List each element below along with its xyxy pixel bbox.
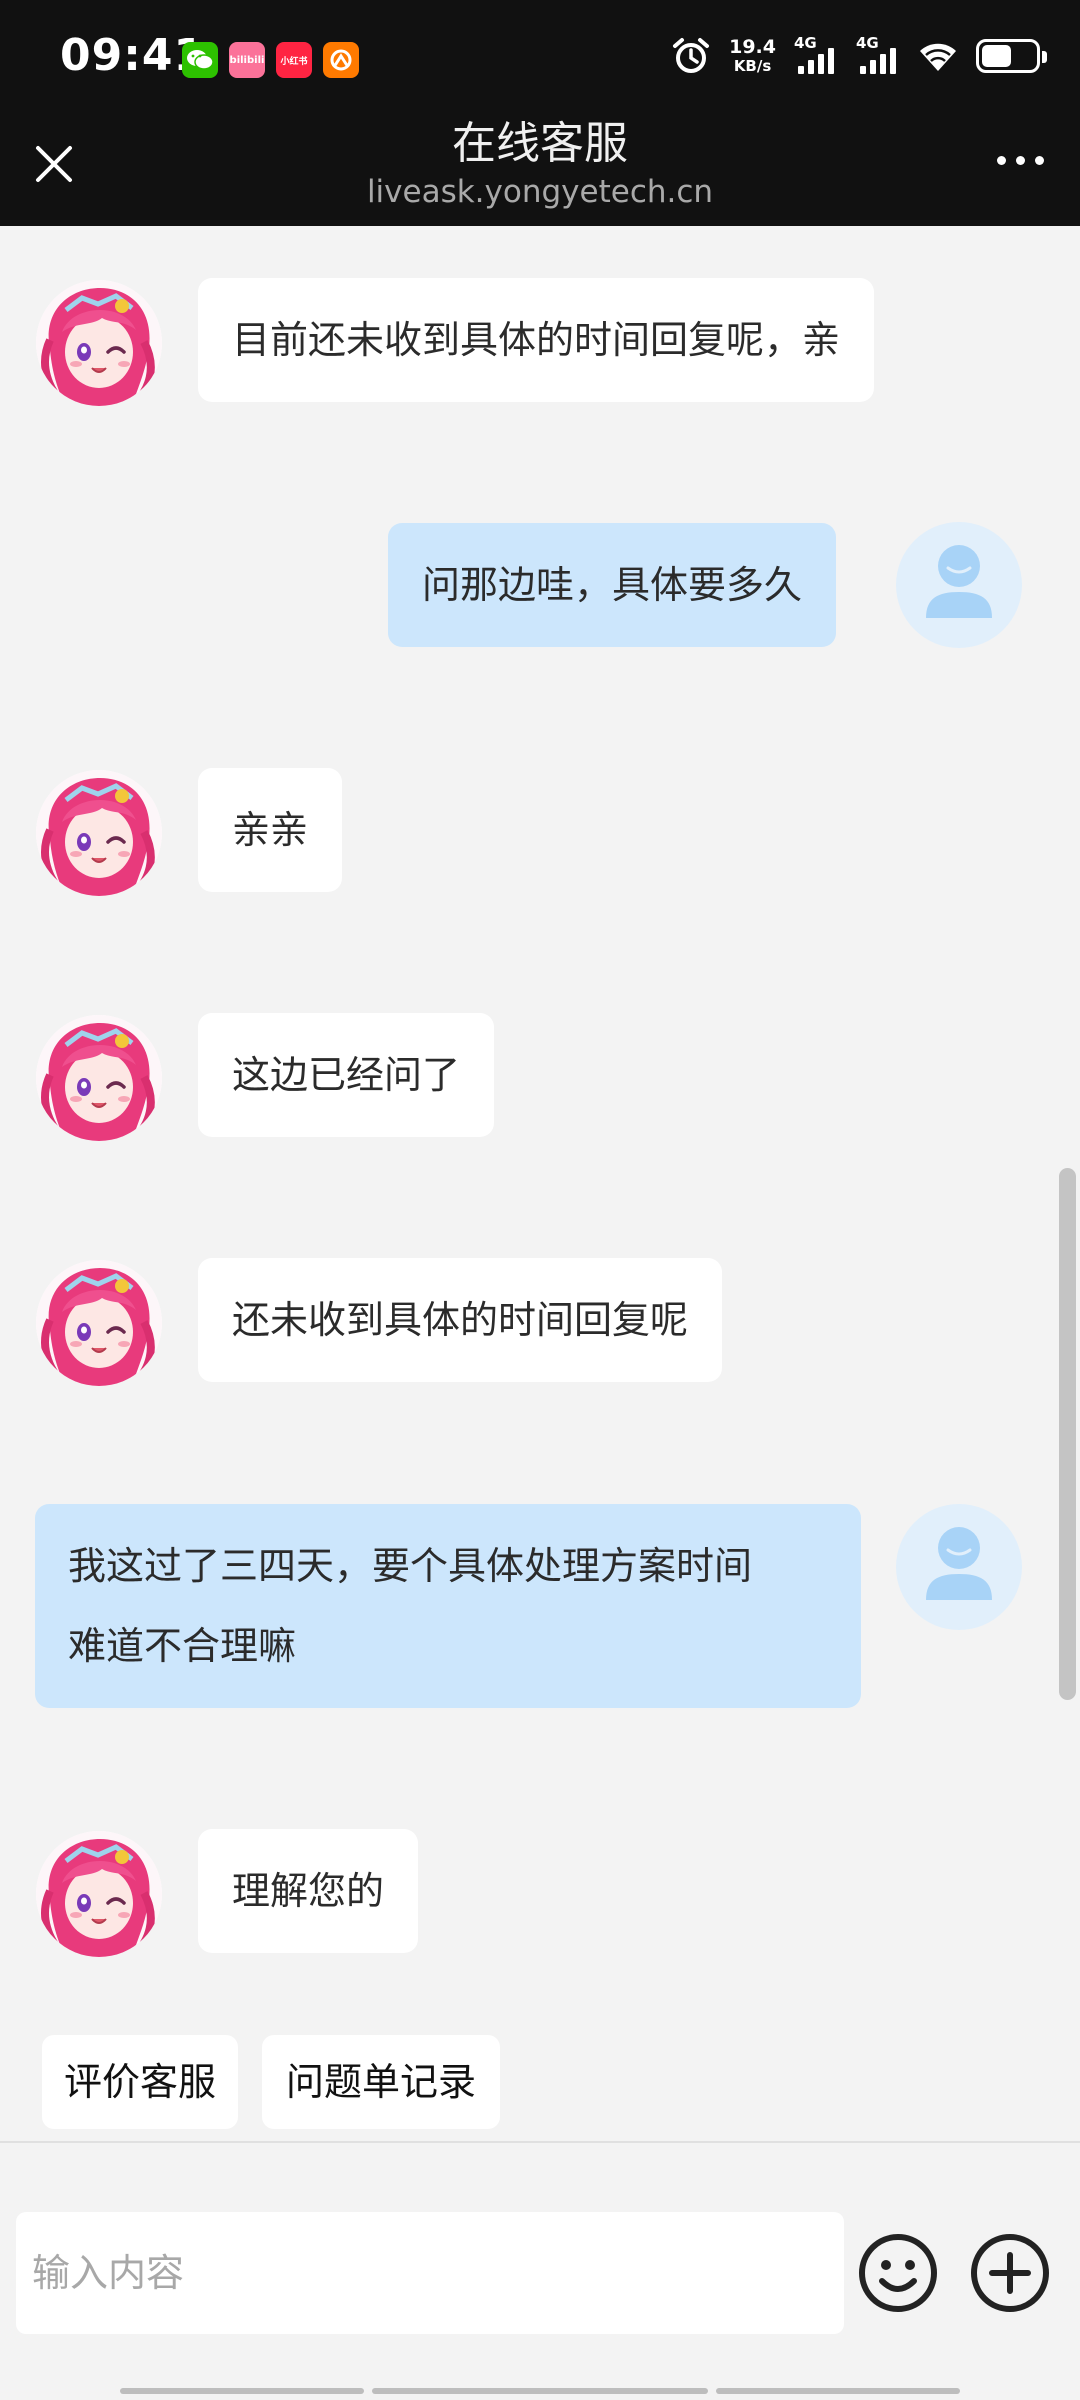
message-bubble: 目前还未收到具体的时间回复呢，亲 [198,278,875,402]
message-bubble: 亲亲 [198,768,343,892]
page-url: liveask.yongyetech.cn [366,174,714,210]
nav-bar-segment [120,2388,364,2394]
nav-bar-segment [716,2388,960,2394]
status-indicators: 19.4 KB/s 4G 4G [671,34,1047,78]
input-bar [0,2141,1080,2400]
agent-avatar[interactable] [36,280,162,406]
quick-actions: 评价客服 问题单记录 [0,2035,1080,2135]
chat-scrollbar[interactable] [1059,1168,1076,1700]
message-bubble: 这边已经问了 [198,1013,495,1137]
more-dot [997,156,1006,165]
user-avatar[interactable] [896,522,1022,648]
message-bubble: 问那边哇，具体要多久 [388,523,837,647]
message-text: 目前还未收到具体的时间回复呢，亲 [232,318,841,362]
agent-avatar[interactable] [36,1015,162,1141]
page-title: 在线客服 [452,118,628,169]
message-text: 亲亲 [232,808,309,852]
xiaohongshu-icon: 小红书 [276,42,312,78]
home-indicator[interactable] [372,2388,708,2394]
agent-avatar[interactable] [36,770,162,896]
emoji-button[interactable] [856,2231,940,2315]
user-avatar[interactable] [896,1504,1022,1630]
message-text: 这边已经问了 [232,1053,461,1097]
notification-icons: bilibili 小红书 [182,42,359,78]
message-bubble: 我这过了三四天，要个具体处理方案时间 难道不合理嘛 [35,1504,861,1708]
message-text: 难道不合理嘛 [68,1624,297,1668]
message-text: 我这过了三四天，要个具体处理方案时间 [68,1544,753,1588]
emoji-icon [859,2234,937,2312]
signal-sim2-icon: 4G [856,34,900,78]
message-bubble: 还未收到具体的时间回复呢 [198,1258,723,1382]
status-bar: 09:41 bilibili 小红书 19.4 KB/s 4G 4G [0,0,1080,118]
chat-area[interactable]: 目前还未收到具体的时间回复呢，亲 问那边哇，具体要多久 亲亲 这边已经问了 还未… [0,226,1080,2141]
app-icon [323,42,359,78]
ticket-history-button[interactable]: 问题单记录 [262,2035,500,2129]
bilibili-icon: bilibili [229,42,265,78]
more-dot [1035,156,1044,165]
agent-avatar[interactable] [36,1831,162,1957]
message-input[interactable] [16,2212,844,2334]
agent-avatar[interactable] [36,1260,162,1386]
more-button[interactable] [997,156,1044,165]
alarm-icon [673,38,710,73]
header: 在线客服 liveask.yongyetech.cn [0,118,1080,226]
wifi-icon [920,43,956,71]
message-text: 还未收到具体的时间回复呢 [232,1298,689,1342]
more-options-button[interactable] [968,2231,1052,2315]
more-dot [1016,156,1025,165]
rate-agent-button[interactable]: 评价客服 [42,2035,238,2129]
network-speed-value: 19.4 [729,36,776,58]
message-bubble: 理解您的 [198,1829,419,1953]
battery-icon [976,39,1047,73]
message-text: 问那边哇，具体要多久 [422,563,803,607]
wechat-icon [182,42,218,78]
network-speed: 19.4 KB/s [729,38,776,74]
plus-circle-icon [971,2234,1049,2312]
network-speed-unit: KB/s [733,57,772,75]
message-text: 理解您的 [232,1869,385,1913]
signal-sim1-icon: 4G [794,34,838,78]
